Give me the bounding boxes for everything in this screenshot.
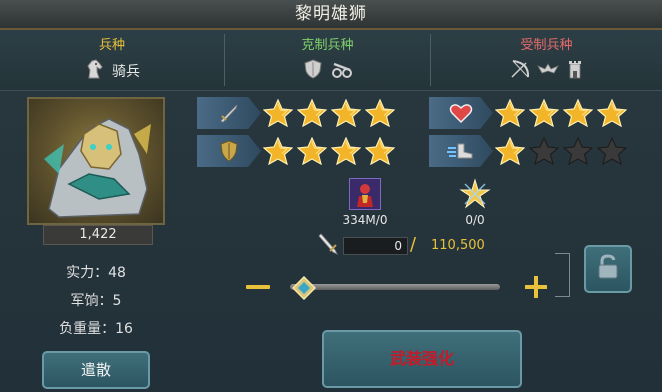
increase-button[interactable] xyxy=(524,275,548,299)
unlock-icon xyxy=(594,253,622,285)
troop-count: 334M/0 xyxy=(342,213,388,227)
unit-class-bar: 兵种 骑兵 克制兵种 受制兵种 xyxy=(0,30,662,91)
star-empty-icon xyxy=(563,137,593,165)
medal-star-icon xyxy=(459,178,491,210)
hero-power-badge: 1,422 xyxy=(43,225,153,245)
star-filled-icon xyxy=(495,99,525,127)
counters-label: 克制兵种 xyxy=(301,38,354,53)
counters-section: 克制兵种 xyxy=(225,30,430,90)
heart-icon xyxy=(429,97,493,129)
unit-type-section: 兵种 骑兵 xyxy=(0,30,224,90)
troop-resource: 334M/0 xyxy=(330,178,400,227)
enhance-button[interactable]: 武装强化 xyxy=(322,330,522,388)
slash-separator: / xyxy=(410,234,417,255)
defense-row xyxy=(197,135,417,167)
archer-bow-icon xyxy=(509,58,531,84)
star-filled-icon xyxy=(365,137,395,165)
star-filled-icon xyxy=(365,99,395,127)
cavalry-icon xyxy=(84,58,106,84)
enhance-sword-icon xyxy=(318,232,340,260)
defense-stars xyxy=(263,137,395,165)
medal-resource: 0/0 xyxy=(440,178,510,227)
star-filled-icon xyxy=(263,99,293,127)
star-filled-icon xyxy=(563,99,593,127)
star-filled-icon xyxy=(263,137,293,165)
eagle-icon xyxy=(536,58,559,84)
stat-upkeep: 军饷：5 xyxy=(70,293,122,309)
enhance-amount-input[interactable]: 0 xyxy=(343,237,408,255)
hp-stars xyxy=(495,99,627,127)
bracket-divider xyxy=(555,253,570,297)
hp-row xyxy=(429,97,649,129)
infantry-shield-icon xyxy=(302,58,324,84)
star-filled-icon xyxy=(331,137,361,165)
siege-icon xyxy=(330,58,354,84)
enhance-slider-track[interactable] xyxy=(290,284,500,290)
star-filled-icon xyxy=(495,137,525,165)
stat-load: 负重量：16 xyxy=(59,321,133,337)
lock-button[interactable] xyxy=(584,245,632,293)
star-filled-icon xyxy=(597,99,627,127)
sword-icon xyxy=(197,97,261,129)
unit-type-label: 兵种 xyxy=(98,38,125,53)
troop-icon xyxy=(349,178,381,210)
attack-row xyxy=(197,97,417,129)
page-title: 黎明雄狮 xyxy=(0,0,662,30)
star-filled-icon xyxy=(529,99,559,127)
speed-row xyxy=(429,135,649,167)
countered-by-section: 受制兵种 xyxy=(431,30,662,90)
star-empty-icon xyxy=(597,137,627,165)
star-empty-icon xyxy=(529,137,559,165)
medal-count: 0/0 xyxy=(465,213,485,227)
speed-boot-icon xyxy=(429,135,493,167)
star-filled-icon xyxy=(297,99,327,127)
unit-type-value: 骑兵 xyxy=(112,64,140,80)
star-filled-icon xyxy=(331,99,361,127)
stat-power: 实力：48 xyxy=(66,265,126,281)
tower-icon xyxy=(565,58,585,84)
hero-portrait xyxy=(27,97,165,225)
enhance-max-value: 110,500 xyxy=(431,238,485,253)
attack-stars xyxy=(263,99,395,127)
slider-handle[interactable] xyxy=(291,275,317,301)
dismiss-button[interactable]: 遣散 xyxy=(42,351,150,389)
decrease-button[interactable] xyxy=(246,285,270,289)
countered-by-label: 受制兵种 xyxy=(520,38,573,53)
shield-icon xyxy=(197,135,261,167)
star-filled-icon xyxy=(297,137,327,165)
speed-stars xyxy=(495,137,627,165)
